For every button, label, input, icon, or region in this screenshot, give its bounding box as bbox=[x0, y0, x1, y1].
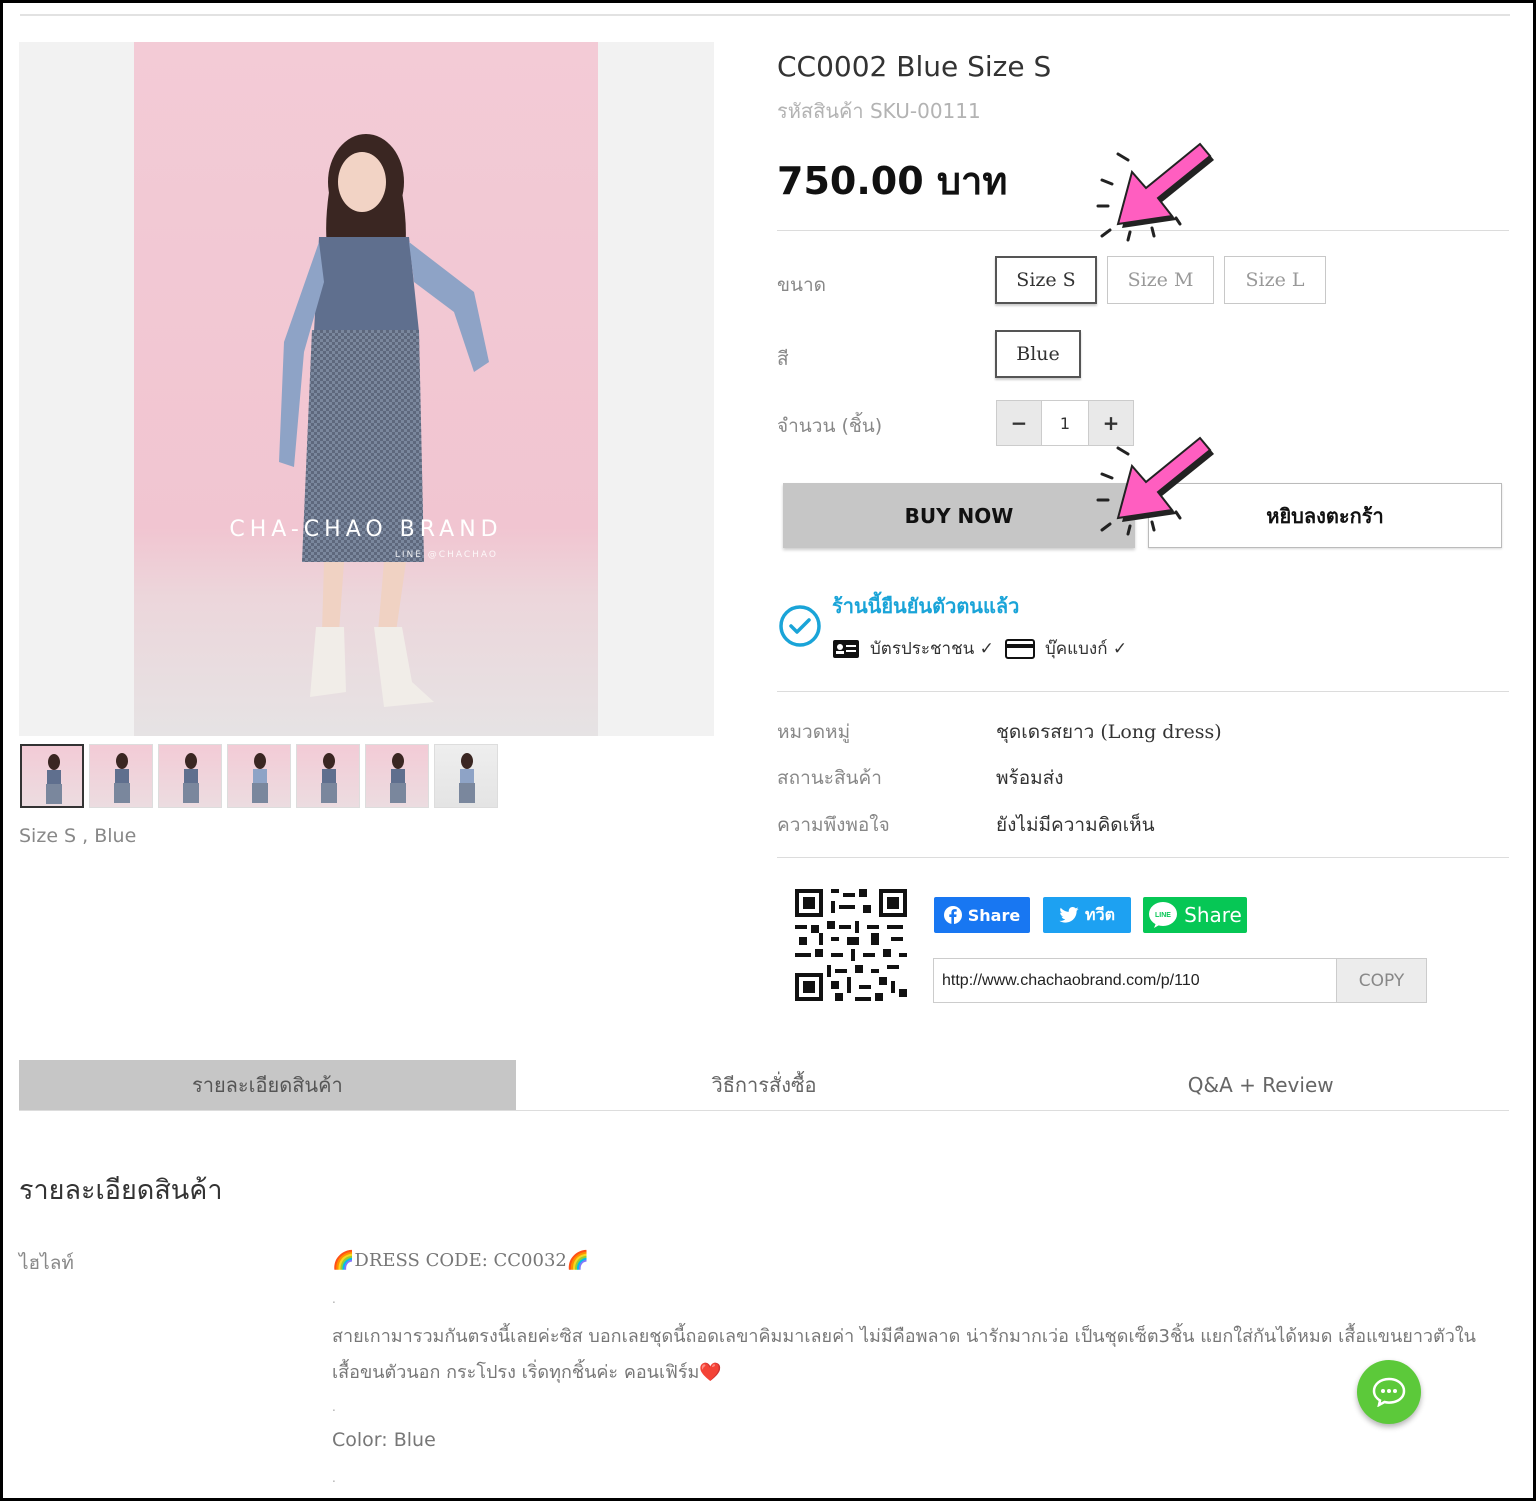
color-label: สี bbox=[777, 348, 789, 370]
category-value[interactable]: ชุดเดรสยาว (Long dress) bbox=[996, 717, 1222, 747]
quantity-minus-button[interactable]: − bbox=[997, 401, 1041, 445]
chat-icon bbox=[1372, 1377, 1406, 1407]
separator-dot: . bbox=[332, 1400, 336, 1414]
size-option-m[interactable]: Size M bbox=[1107, 256, 1214, 304]
id-card-icon bbox=[833, 639, 859, 658]
quantity-label: จำนวน (ชิ้น) bbox=[777, 415, 883, 437]
color-line: Color: Blue bbox=[332, 1429, 436, 1451]
twitter-share-label: ทวีต bbox=[1085, 904, 1115, 924]
line-share-button[interactable]: LINE Share bbox=[1143, 897, 1247, 933]
model-illustration bbox=[279, 134, 489, 707]
id-card-verified: บัตรประชาชน ✓ bbox=[832, 635, 994, 662]
status-label: สถานะสินค้า bbox=[777, 767, 882, 789]
details-section-title: รายละเอียดสินค้า bbox=[19, 1175, 223, 1206]
divider bbox=[777, 691, 1509, 692]
id-card-label: บัตรประชาชน ✓ bbox=[870, 639, 994, 659]
thumbnail-strip bbox=[20, 744, 498, 808]
image-brand-sub: LINE @CHACHAO bbox=[394, 550, 498, 560]
line-logo-text: LINE bbox=[1155, 912, 1171, 919]
image-brand-text: CHA-CHAO BRAND bbox=[229, 517, 503, 542]
pink-arrow-icon bbox=[1096, 436, 1214, 536]
description-line-1: สายเกามารวมกันตรงนี้เลยค่ะซิส บอกเลยชุดน… bbox=[332, 1326, 1476, 1347]
thumbnail[interactable] bbox=[158, 744, 222, 808]
product-title: CC0002 Blue Size S bbox=[777, 50, 1052, 83]
twitter-share-button[interactable]: ทวีต bbox=[1043, 897, 1131, 933]
line-share-label: Share bbox=[1184, 903, 1242, 927]
credit-card-icon bbox=[1005, 638, 1035, 659]
share-url-input[interactable]: http://www.chachaobrand.com/p/110 bbox=[934, 959, 1336, 1002]
size-option-l[interactable]: Size L bbox=[1224, 256, 1326, 304]
top-divider bbox=[20, 14, 1510, 16]
facebook-share-button[interactable]: Share bbox=[934, 897, 1030, 933]
product-price: 750.00 บาท bbox=[777, 159, 1008, 203]
verified-shop-title: ร้านนี้ยืนยันตัวตนแล้ว bbox=[832, 594, 1020, 618]
product-tabs: รายละเอียดสินค้า วิธีการสั่งซื้อ Q&A + R… bbox=[19, 1060, 1509, 1111]
bank-book-label: บุ๊คแบงก์ ✓ bbox=[1045, 639, 1128, 659]
twitter-icon bbox=[1059, 907, 1079, 923]
share-url-box: http://www.chachaobrand.com/p/110 COPY bbox=[933, 958, 1427, 1003]
size-label: ขนาด bbox=[777, 274, 826, 296]
facebook-share-label: Share bbox=[967, 905, 1021, 925]
qr-code-icon bbox=[795, 889, 907, 1001]
copy-url-button[interactable]: COPY bbox=[1336, 959, 1426, 1002]
tab-qa-review[interactable]: Q&A + Review bbox=[1012, 1060, 1509, 1110]
thumbnail[interactable] bbox=[20, 744, 84, 808]
variant-caption: Size S , Blue bbox=[19, 825, 137, 847]
thumbnail[interactable] bbox=[89, 744, 153, 808]
separator-dot: . bbox=[332, 1292, 336, 1306]
bank-book-verified: บุ๊คแบงก์ ✓ bbox=[1005, 635, 1127, 662]
thumbnail[interactable] bbox=[227, 744, 291, 808]
size-option-s[interactable]: Size S bbox=[995, 256, 1097, 304]
thumbnail[interactable] bbox=[365, 744, 429, 808]
product-photo: CHA-CHAO BRAND LINE @CHACHAO bbox=[134, 42, 598, 736]
product-sku: รหัสสินค้า SKU-00111 bbox=[777, 99, 981, 123]
thumbnail[interactable] bbox=[296, 744, 360, 808]
thumbnail[interactable] bbox=[434, 744, 498, 808]
description-line-2: เสื้อขนตัวนอก กระโปรง เริ่ดทุกชิ้นค่ะ คอ… bbox=[332, 1362, 722, 1383]
tab-product-details[interactable]: รายละเอียดสินค้า bbox=[19, 1060, 516, 1110]
separator-dot: . bbox=[332, 1471, 336, 1485]
tab-how-to-order[interactable]: วิธีการสั่งซื้อ bbox=[516, 1060, 1013, 1110]
chat-button[interactable] bbox=[1357, 1360, 1421, 1424]
product-main-image[interactable]: CHA-CHAO BRAND LINE @CHACHAO bbox=[19, 42, 714, 736]
line-icon: LINE bbox=[1149, 902, 1178, 928]
buy-now-button[interactable]: BUY NOW bbox=[783, 483, 1135, 548]
status-value: พร้อมส่ง bbox=[996, 767, 1064, 789]
category-label: หมวดหมู่ bbox=[777, 721, 851, 743]
pink-arrow-icon bbox=[1096, 142, 1214, 242]
rating-value: ยังไม่มีความคิดเห็น bbox=[996, 814, 1155, 836]
rating-label: ความพึงพอใจ bbox=[777, 814, 890, 836]
color-option-blue[interactable]: Blue bbox=[995, 330, 1081, 378]
divider bbox=[777, 857, 1509, 858]
facebook-icon bbox=[943, 906, 962, 924]
highlight-label: ไฮไลท์ bbox=[19, 1252, 74, 1274]
quantity-input[interactable]: 1 bbox=[1041, 401, 1089, 445]
check-circle-icon bbox=[779, 605, 821, 647]
dress-code: 🌈DRESS CODE: CC0032🌈 bbox=[332, 1250, 590, 1271]
